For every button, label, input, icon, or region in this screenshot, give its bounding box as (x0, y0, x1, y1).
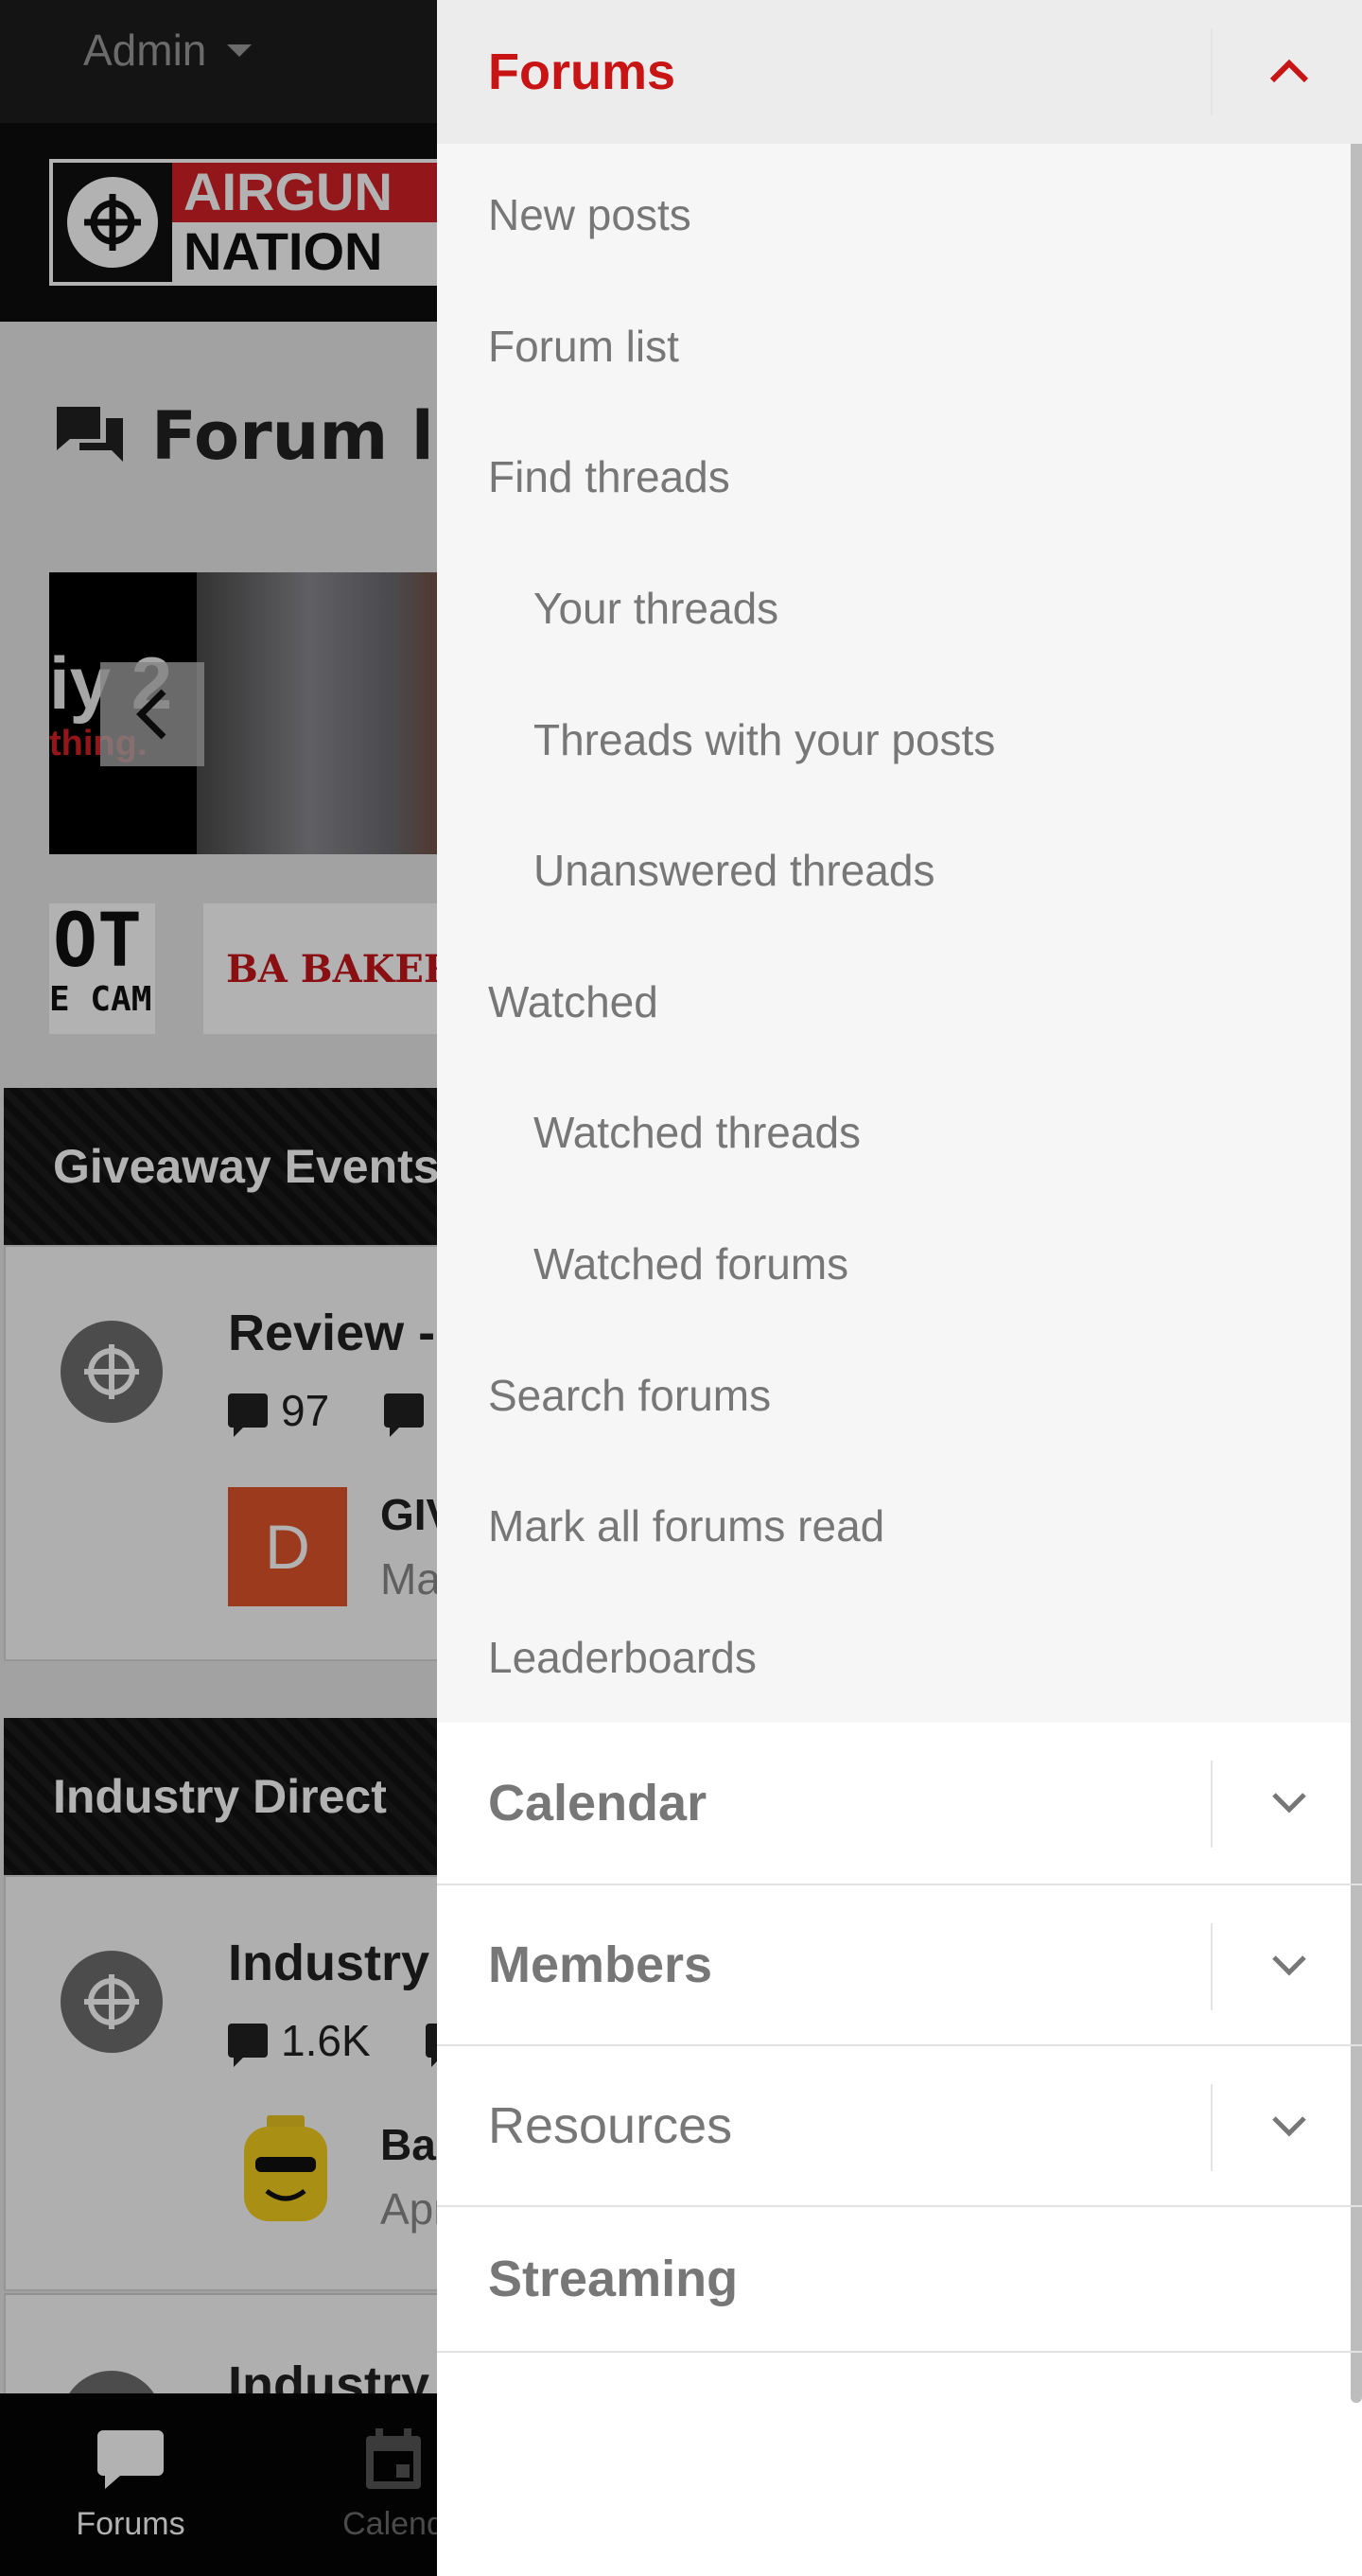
nav-calendar-label[interactable]: Calendar (488, 1774, 707, 1832)
nav-members-label[interactable]: Members (488, 1936, 712, 1994)
nav-item-watched[interactable]: Watched (437, 937, 1362, 1068)
forums-submenu: New posts Forum list Find threads Your t… (437, 144, 1362, 1724)
nav-section-calendar[interactable]: Calendar (437, 1723, 1362, 1886)
nav-item-your-threads[interactable]: Your threads (437, 543, 1362, 675)
nav-item-new-posts[interactable]: New posts (437, 149, 1362, 281)
nav-forums-label[interactable]: Forums (488, 43, 675, 101)
nav-item-leaderboards[interactable]: Leaderboards (437, 1592, 1362, 1724)
nav-section-forums[interactable]: Forums (437, 0, 1362, 144)
nav-item-search-forums[interactable]: Search forums (437, 1329, 1362, 1461)
nav-streaming-label[interactable]: Streaming (488, 2250, 738, 2308)
divider (1211, 1923, 1213, 2011)
chevron-down-icon[interactable] (1266, 2103, 1313, 2150)
nav-section-members[interactable]: Members (437, 1885, 1362, 2047)
divider (1211, 2084, 1213, 2172)
nav-item-find-threads[interactable]: Find threads (437, 412, 1362, 543)
nav-item-threads-with-your-posts[interactable]: Threads with your posts (437, 674, 1362, 805)
chevron-up-icon[interactable] (1266, 47, 1313, 95)
chevron-down-icon[interactable] (1266, 1942, 1313, 1989)
nav-resources-label[interactable]: Resources (488, 2096, 732, 2155)
divider (1211, 1761, 1213, 1849)
nav-item-forum-list[interactable]: Forum list (437, 281, 1362, 412)
offcanvas-nav-menu: Forums New posts Forum list Find threads… (437, 0, 1362, 2576)
nav-item-mark-all-read[interactable]: Mark all forums read (437, 1461, 1362, 1592)
chevron-down-icon[interactable] (1266, 1779, 1313, 1827)
nav-item-watched-forums[interactable]: Watched forums (437, 1199, 1362, 1330)
nav-section-streaming[interactable]: Streaming (437, 2207, 1362, 2354)
nav-section-resources[interactable]: Resources (437, 2046, 1362, 2208)
nav-item-unanswered-threads[interactable]: Unanswered threads (437, 805, 1362, 937)
divider (1211, 28, 1213, 115)
nav-item-watched-threads[interactable]: Watched threads (437, 1067, 1362, 1199)
